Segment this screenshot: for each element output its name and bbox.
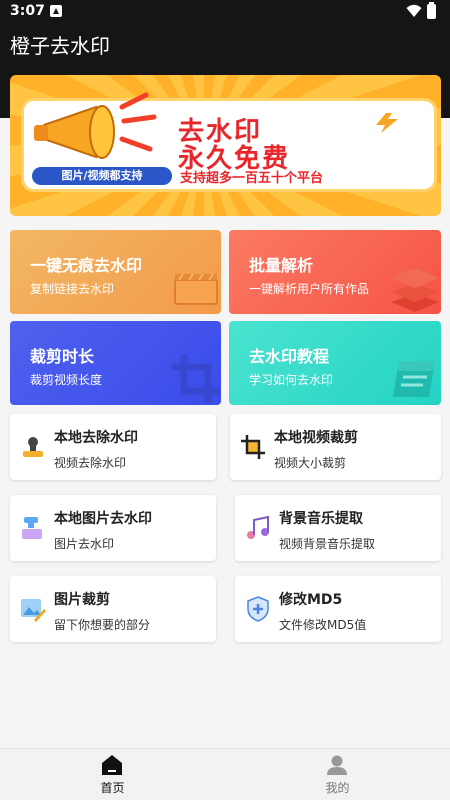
- page-title: 橙子去水印: [10, 34, 110, 58]
- card-tutorial[interactable]: 去水印教程 学习如何去水印: [229, 321, 441, 405]
- stamp-icon: [23, 437, 43, 457]
- tool-local-image-remove[interactable]: 本地图片去水印 图片去水印: [10, 495, 216, 561]
- faucet-icon: [22, 517, 42, 539]
- music-note-icon: [247, 515, 269, 539]
- card-title: 裁剪时长: [30, 347, 95, 366]
- card-title: 一键无痕去水印: [30, 256, 143, 275]
- battery-icon: [427, 2, 436, 19]
- card-subtitle: 一键解析用户所有作品: [249, 282, 370, 296]
- banner-tagline: 支持超多一百五十个平台: [180, 171, 324, 186]
- tile-title: 图片裁剪: [54, 592, 110, 608]
- wifi-icon: [406, 4, 422, 17]
- promo-banner[interactable]: 去水印 永久免费 图片/视频都支持 支持超多一百五十个平台: [10, 75, 441, 216]
- shield-plus-icon: [247, 596, 269, 622]
- tool-image-crop[interactable]: 图片裁剪 留下你想要的部分: [10, 576, 216, 642]
- tile-subtitle: 视频去除水印: [54, 456, 127, 470]
- tab-home[interactable]: 首页: [0, 749, 225, 800]
- card-subtitle: 学习如何去水印: [249, 373, 334, 387]
- tab-mine[interactable]: 我的: [225, 749, 450, 800]
- card-subtitle: 裁剪视频长度: [30, 373, 103, 387]
- card-subtitle: 复制链接去水印: [30, 282, 115, 296]
- clapperboard-icon: [174, 273, 218, 305]
- tool-local-video-crop[interactable]: 本地视频裁剪 视频大小裁剪: [230, 414, 441, 480]
- tile-title: 本地去除水印: [54, 430, 138, 446]
- tile-title: 背景音乐提取: [279, 511, 363, 527]
- lightning-icon: [376, 113, 398, 133]
- tile-title: 修改MD5: [279, 592, 343, 608]
- tool-modify-md5[interactable]: 修改MD5 文件修改MD5值: [235, 576, 441, 642]
- layers-icon: [391, 268, 439, 312]
- tile-title: 本地视频裁剪: [274, 430, 358, 446]
- card-title: 去水印教程: [249, 347, 330, 366]
- status-bar: 3:07: [0, 0, 450, 24]
- tile-subtitle: 视频大小裁剪: [274, 456, 347, 470]
- book-icon: [393, 361, 435, 397]
- tile-title: 本地图片去水印: [54, 511, 152, 527]
- home-icon: [102, 755, 122, 775]
- tile-subtitle: 文件修改MD5值: [279, 618, 367, 632]
- tool-bgm-extract[interactable]: 背景音乐提取 视频背景音乐提取: [235, 495, 441, 561]
- notification-icon: [50, 5, 62, 17]
- crop-frame-icon: [241, 435, 265, 459]
- image-edit-icon: [21, 599, 46, 622]
- card-one-click-remove[interactable]: 一键无痕去水印 复制链接去水印: [10, 230, 221, 314]
- megaphone-icon: [34, 92, 157, 159]
- tab-label: 首页: [100, 781, 125, 795]
- tile-subtitle: 留下你想要的部分: [54, 618, 151, 632]
- crop-icon: [172, 355, 220, 403]
- tile-subtitle: 图片去水印: [54, 537, 115, 551]
- card-batch-parse[interactable]: 批量解析 一键解析用户所有作品: [229, 230, 441, 314]
- status-time: 3:07: [10, 3, 45, 19]
- tab-label: 我的: [325, 781, 350, 795]
- tool-local-remove[interactable]: 本地去除水印 视频去除水印: [10, 414, 216, 480]
- bottom-tab-bar: 首页 我的: [0, 748, 450, 800]
- tile-subtitle: 视频背景音乐提取: [279, 537, 376, 551]
- card-trim-duration[interactable]: 裁剪时长 裁剪视频长度: [10, 321, 221, 405]
- user-icon: [327, 755, 347, 775]
- banner-pill: 图片/视频都支持: [32, 167, 172, 185]
- card-title: 批量解析: [249, 256, 314, 275]
